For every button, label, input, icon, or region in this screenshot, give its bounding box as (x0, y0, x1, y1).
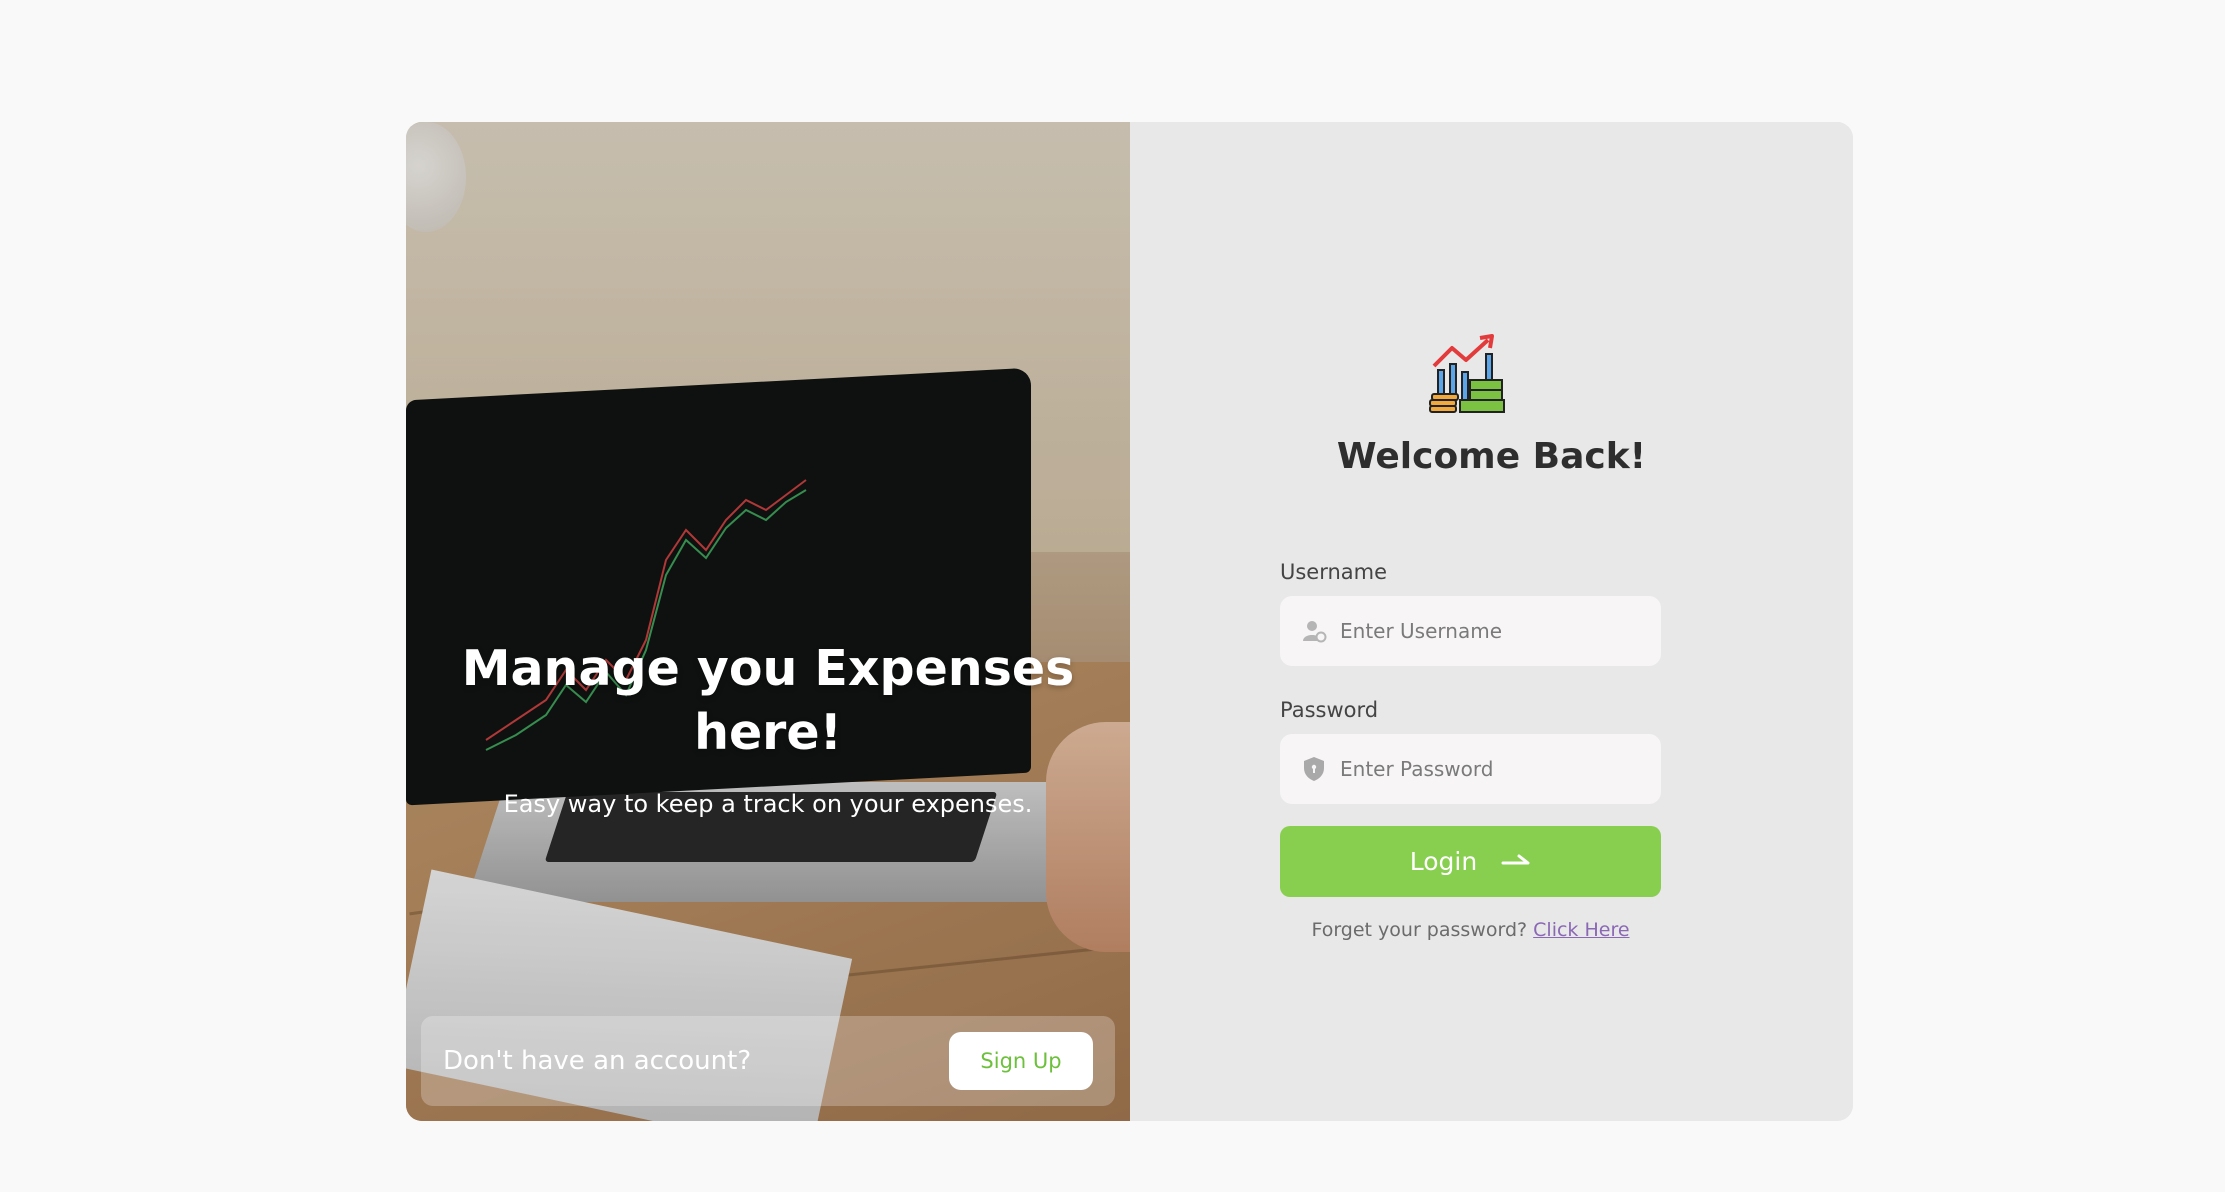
signup-bar: Don't have an account? Sign Up (421, 1016, 1115, 1106)
hero-title-line2: here! (694, 704, 842, 761)
username-field[interactable] (1280, 596, 1661, 666)
login-form-panel: Welcome Back! Username Password (1130, 122, 1853, 1121)
hero-title: Manage you Expenses here! (406, 637, 1130, 765)
welcome-heading: Welcome Back! (1336, 436, 1647, 477)
password-input[interactable] (1340, 757, 1640, 781)
username-label: Username (1280, 560, 1388, 584)
login-label: Login (1409, 847, 1478, 876)
login-button[interactable]: Login (1280, 826, 1661, 897)
arrow-right-icon (1501, 847, 1531, 876)
finance-growth-icon (1426, 330, 1516, 420)
forgot-password-row: Forget your password? Click Here (1280, 919, 1661, 941)
hero-title-line1: Manage you Expenses (461, 640, 1075, 697)
forgot-password-link[interactable]: Click Here (1533, 919, 1629, 941)
signup-prompt: Don't have an account? (443, 1046, 752, 1076)
password-field[interactable] (1280, 734, 1661, 804)
shield-icon (1300, 755, 1328, 783)
password-label: Password (1280, 698, 1379, 722)
hero-panel: Manage you Expenses here! Easy way to ke… (406, 122, 1130, 1121)
hero-subtitle: Easy way to keep a track on your expense… (503, 790, 1033, 818)
signup-button[interactable]: Sign Up (949, 1032, 1093, 1090)
forgot-password-text: Forget your password? (1311, 919, 1528, 941)
login-card: Manage you Expenses here! Easy way to ke… (406, 122, 1853, 1121)
username-input[interactable] (1340, 619, 1640, 643)
user-icon (1300, 617, 1328, 645)
